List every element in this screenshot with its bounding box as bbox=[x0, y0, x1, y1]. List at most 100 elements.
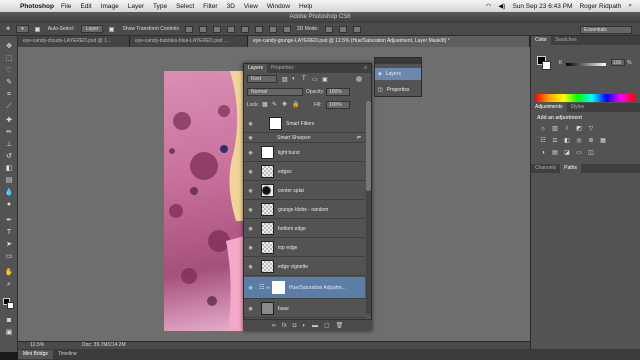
distribute-h-icon[interactable] bbox=[282, 25, 291, 33]
hand-tool-icon[interactable]: ✋ bbox=[4, 268, 14, 277]
menu-edit[interactable]: Edit bbox=[80, 3, 91, 10]
tab-timeline[interactable]: Timeline bbox=[53, 350, 82, 359]
visibility-eye-icon[interactable]: ◉ bbox=[246, 188, 255, 194]
align-bottom-icon[interactable] bbox=[212, 25, 221, 33]
layer-style-icon[interactable]: fx bbox=[282, 323, 287, 329]
distribute-icon[interactable] bbox=[268, 25, 277, 33]
doc-size[interactable]: Doc: 39.7M/214.2M bbox=[82, 342, 126, 349]
wifi-icon[interactable]: ◠ bbox=[486, 2, 492, 10]
bg-color-chip[interactable] bbox=[542, 61, 551, 70]
hue-saturation-icon[interactable]: ☷ bbox=[539, 138, 547, 145]
visibility-eye-icon[interactable]: ◉ bbox=[246, 264, 255, 270]
channel-mixer-icon[interactable]: ⊕ bbox=[587, 138, 595, 145]
lock-pixels-icon[interactable]: ✎ bbox=[272, 101, 277, 108]
layer-row[interactable]: ◉ grunge blobs - random bbox=[244, 201, 365, 219]
visibility-eye-icon[interactable]: ◉ bbox=[246, 121, 255, 127]
align-middle-icon[interactable] bbox=[198, 25, 207, 33]
layer-row[interactable]: ◉ bottom edge bbox=[244, 220, 365, 238]
menu-file[interactable]: File bbox=[61, 3, 71, 10]
add-mask-icon[interactable]: ◘ bbox=[293, 323, 297, 329]
fill-input[interactable]: 100% bbox=[326, 101, 350, 109]
shape-tool-icon[interactable]: ▭ bbox=[4, 252, 14, 261]
visibility-eye-icon[interactable]: ◉ bbox=[246, 245, 255, 251]
dock-item-properties[interactable]: ◫ Properties bbox=[375, 84, 421, 96]
new-group-icon[interactable]: ▬ bbox=[312, 323, 318, 329]
lasso-tool-icon[interactable]: ➰ bbox=[4, 66, 14, 75]
user-name[interactable]: Roger Ridpath bbox=[579, 3, 621, 10]
layer-row[interactable]: ◉ edges bbox=[244, 163, 365, 181]
brush-tool-icon[interactable]: ✏ bbox=[4, 128, 14, 137]
tab-paths[interactable]: Paths bbox=[560, 164, 581, 173]
3d-rotate-icon[interactable] bbox=[324, 25, 333, 33]
mask-link-icon[interactable]: ∞ bbox=[266, 285, 270, 291]
clone-stamp-tool-icon[interactable]: ⊥ bbox=[4, 140, 14, 149]
photo-filter-icon[interactable]: ◎ bbox=[575, 138, 583, 145]
menu-window[interactable]: Window bbox=[267, 3, 290, 10]
blend-mode-dropdown[interactable]: Normal bbox=[247, 88, 303, 96]
filter-smart-icon[interactable]: ▣ bbox=[322, 76, 328, 83]
opacity-input[interactable]: 100% bbox=[326, 88, 350, 96]
menu-3d[interactable]: 3D bbox=[227, 3, 235, 10]
visibility-eye-icon[interactable]: ◉ bbox=[246, 135, 255, 141]
auto-select-checkbox[interactable] bbox=[34, 26, 40, 32]
delete-layer-icon[interactable]: 🗑 bbox=[336, 322, 344, 329]
layer-row[interactable]: ◉ light burst bbox=[244, 144, 365, 162]
visibility-eye-icon[interactable]: ◉ bbox=[246, 285, 255, 291]
menu-image[interactable]: Image bbox=[101, 3, 119, 10]
smart-filters-row[interactable]: ◉ Smart Filters bbox=[244, 115, 365, 133]
black-white-icon[interactable]: ◧ bbox=[563, 138, 571, 145]
eyedropper-tool-icon[interactable]: ⟋ bbox=[4, 102, 14, 111]
filter-toggle[interactable] bbox=[356, 76, 362, 82]
tab-layers[interactable]: Layers bbox=[244, 64, 268, 73]
color-balance-icon[interactable]: ⚖ bbox=[551, 138, 559, 145]
auto-select-dropdown[interactable]: Layer bbox=[80, 25, 104, 33]
move-tool-icon[interactable]: ✥ bbox=[6, 26, 10, 32]
gradient-map-icon[interactable]: ▭ bbox=[575, 150, 583, 157]
visibility-eye-icon[interactable]: ◉ bbox=[246, 306, 255, 312]
curves-icon[interactable]: ⌇ bbox=[563, 126, 571, 133]
tab-swatches[interactable]: Swatches bbox=[551, 36, 581, 45]
visibility-eye-icon[interactable]: ◉ bbox=[246, 150, 255, 156]
workspace-dropdown[interactable]: Essentials bbox=[580, 26, 632, 34]
threshold-icon[interactable]: ◪ bbox=[563, 150, 571, 157]
crop-tool-icon[interactable]: ⌗ bbox=[4, 90, 14, 99]
k-slider[interactable] bbox=[566, 63, 606, 66]
color-spectrum-ramp[interactable] bbox=[535, 94, 635, 102]
quick-mask-icon[interactable]: ◙ bbox=[4, 316, 14, 325]
new-layer-icon[interactable]: ▢ bbox=[324, 322, 330, 329]
layer-row[interactable]: ◉ top edge bbox=[244, 239, 365, 257]
menu-filter[interactable]: Filter bbox=[203, 3, 217, 10]
tab-styles[interactable]: Styles bbox=[567, 103, 589, 112]
layer-row[interactable]: ◉ center splat bbox=[244, 182, 365, 200]
spotlight-icon[interactable]: ⌕ bbox=[628, 2, 632, 10]
lock-transparent-icon[interactable]: ▦ bbox=[262, 101, 268, 108]
lock-all-icon[interactable]: 🔒 bbox=[292, 101, 299, 108]
healing-brush-tool-icon[interactable]: ✚ bbox=[4, 116, 14, 125]
menu-view[interactable]: View bbox=[244, 3, 258, 10]
new-adjustment-icon[interactable]: ◐ bbox=[302, 323, 306, 329]
align-top-icon[interactable] bbox=[184, 25, 193, 33]
panel-menu-icon[interactable]: ≡ bbox=[360, 64, 371, 73]
tab-properties[interactable]: Properties bbox=[267, 64, 298, 73]
eraser-tool-icon[interactable]: ◧ bbox=[4, 164, 14, 173]
layer-row-selected[interactable]: ◉ ☷ ∞ Hue/Saturation Adjustm... bbox=[244, 277, 365, 299]
screen-mode-icon[interactable]: ▣ bbox=[4, 328, 14, 337]
history-brush-tool-icon[interactable]: ↺ bbox=[4, 152, 14, 161]
visibility-eye-icon[interactable]: ◉ bbox=[246, 169, 255, 175]
dodge-tool-icon[interactable]: ● bbox=[4, 200, 14, 209]
exposure-icon[interactable]: ◩ bbox=[575, 126, 583, 133]
path-select-tool-icon[interactable]: ➤ bbox=[4, 240, 14, 249]
posterize-icon[interactable]: ▤ bbox=[551, 150, 559, 157]
pen-tool-icon[interactable]: ✒ bbox=[4, 216, 14, 225]
vibrance-icon[interactable]: ▽ bbox=[587, 126, 595, 133]
3d-roll-icon[interactable] bbox=[338, 25, 347, 33]
visibility-eye-icon[interactable]: ◉ bbox=[246, 226, 255, 232]
selective-color-icon[interactable]: ◫ bbox=[587, 150, 595, 157]
align-right-icon[interactable] bbox=[254, 25, 263, 33]
menu-layer[interactable]: Layer bbox=[128, 3, 144, 10]
marquee-tool-icon[interactable]: ⬚ bbox=[4, 54, 14, 63]
doc-tab-bubbles[interactable]: eye-candy-bubbles-blue-LAYERED.psd ... bbox=[130, 36, 248, 47]
layer-row[interactable]: ◉ edge vignette bbox=[244, 258, 365, 276]
tool-preset-dropdown[interactable]: ▾ bbox=[16, 25, 29, 33]
transform-controls-checkbox[interactable] bbox=[109, 26, 115, 32]
